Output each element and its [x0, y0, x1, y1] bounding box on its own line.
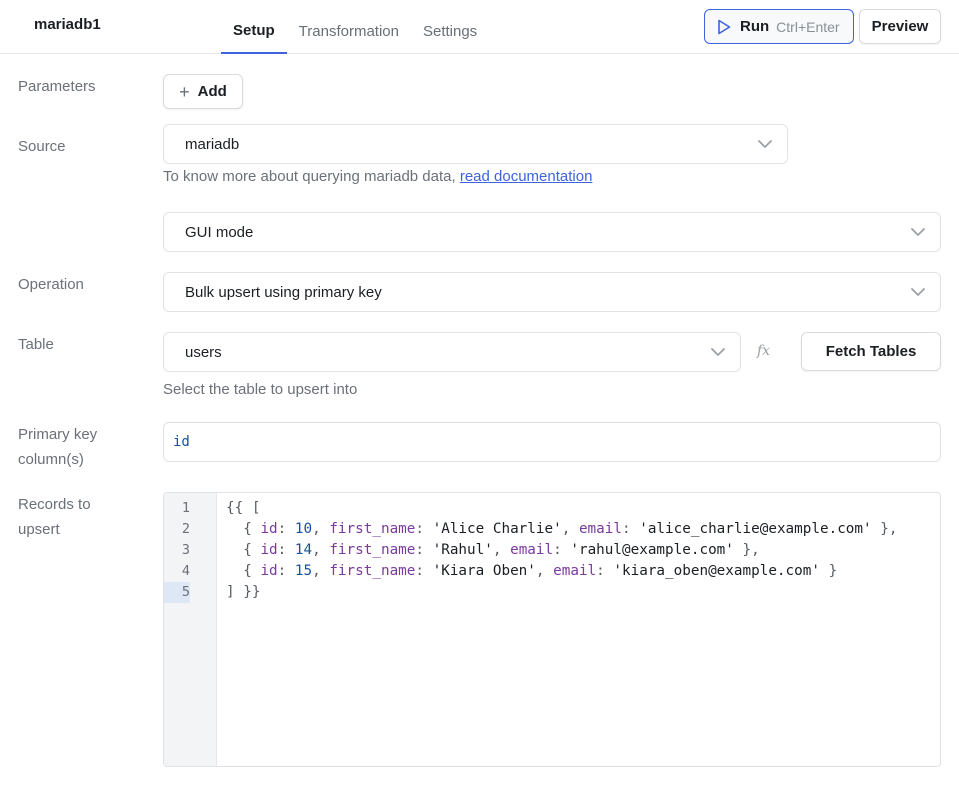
source-help-text: To know more about querying mariadb data…	[163, 168, 456, 185]
run-button[interactable]: Run Ctrl+Enter	[704, 9, 854, 44]
table-value: users	[185, 343, 222, 361]
records-code-editor[interactable]: 1 2 3 4 5 {{ [ { id: 10, first_name: 'Al…	[163, 492, 941, 767]
primary-key-label-line1: Primary key	[18, 426, 98, 443]
query-header: mariadb1 Setup Transformation Settings R…	[0, 0, 959, 54]
chevron-down-icon	[911, 288, 925, 296]
fetch-tables-button[interactable]: Fetch Tables	[801, 332, 941, 371]
primary-key-input[interactable]: id	[163, 422, 941, 462]
code-line: { id: 14, first_name: 'Rahul', email: 'r…	[243, 542, 760, 558]
code-line: { id: 10, first_name: 'Alice Charlie', e…	[243, 521, 898, 537]
fx-toggle[interactable]: fx	[757, 343, 770, 359]
chevron-down-icon	[711, 348, 725, 356]
tab-bar: Setup Transformation Settings	[221, 0, 489, 54]
mode-value: GUI mode	[185, 223, 254, 241]
play-icon	[718, 19, 731, 34]
line-number: 5	[181, 584, 190, 600]
run-label: Run	[740, 18, 770, 35]
records-label-line1: Records to	[18, 496, 91, 513]
table-help: Select the table to upsert into	[163, 381, 358, 398]
chevron-down-icon	[758, 140, 772, 148]
records-label-line2: upsert	[18, 521, 60, 538]
query-name[interactable]: mariadb1	[34, 16, 101, 33]
parameters-label: Parameters	[18, 78, 96, 95]
primary-key-label: Primary key column(s)	[18, 422, 97, 472]
table-label: Table	[18, 336, 54, 353]
editor-gutter: 1 2 3 4 5	[164, 493, 217, 766]
line-number: 3	[181, 542, 190, 558]
add-parameter-button[interactable]: + Add	[163, 74, 243, 109]
source-label: Source	[18, 138, 66, 155]
operation-label: Operation	[18, 276, 84, 293]
operation-select[interactable]: Bulk upsert using primary key	[163, 272, 941, 312]
read-documentation-link[interactable]: read documentation	[460, 168, 593, 185]
run-shortcut: Ctrl+Enter	[776, 18, 840, 35]
chevron-down-icon	[911, 228, 925, 236]
source-select[interactable]: mariadb	[163, 124, 788, 164]
tab-transformation[interactable]: Transformation	[287, 4, 411, 58]
tab-settings[interactable]: Settings	[411, 4, 489, 58]
records-label: Records to upsert	[18, 492, 91, 542]
plus-icon: +	[179, 81, 190, 102]
source-value: mariadb	[185, 135, 240, 153]
add-label: Add	[197, 83, 227, 100]
line-number: 1	[181, 500, 190, 516]
line-number: 2	[181, 521, 190, 537]
source-help: To know more about querying mariadb data…	[163, 168, 592, 185]
primary-key-label-line2: column(s)	[18, 451, 84, 468]
line-number: 4	[181, 563, 190, 579]
mode-select[interactable]: GUI mode	[163, 212, 941, 252]
tab-setup[interactable]: Setup	[221, 4, 287, 54]
table-select[interactable]: users	[163, 332, 741, 372]
preview-button[interactable]: Preview	[859, 9, 941, 44]
code-line: {{ [	[226, 500, 261, 516]
code-line: ] }}	[226, 584, 261, 600]
operation-value: Bulk upsert using primary key	[185, 283, 382, 301]
code-line: { id: 15, first_name: 'Kiara Oben', emai…	[243, 563, 838, 579]
